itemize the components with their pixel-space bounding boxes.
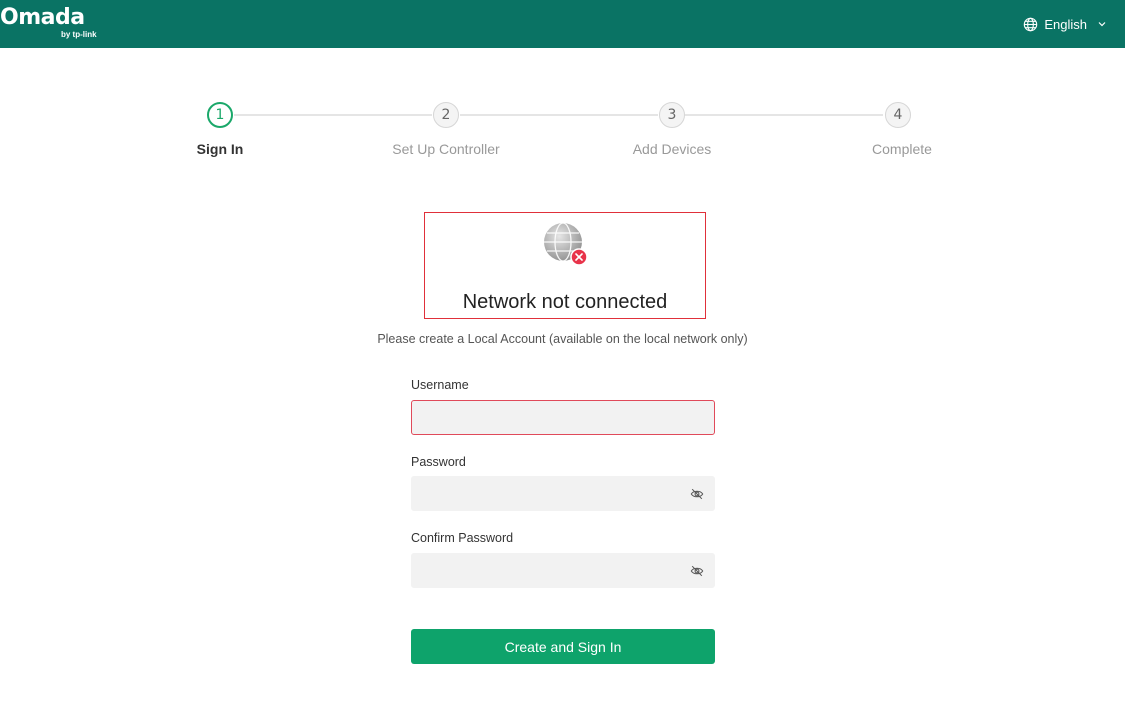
network-status-panel: Network not connected — [424, 212, 706, 319]
step-connector — [234, 114, 432, 116]
step-1-label: Sign In — [196, 141, 244, 157]
step-2-indicator: 2 — [433, 102, 459, 128]
step-4-label: Complete — [872, 141, 932, 157]
step-3-indicator: 3 — [659, 102, 685, 128]
password-input[interactable] — [411, 476, 715, 511]
eye-off-icon[interactable] — [690, 487, 704, 506]
globe-disconnected-icon — [543, 221, 591, 274]
step-3-label: Add Devices — [632, 141, 712, 157]
step-connector — [460, 114, 658, 116]
username-label: Username — [411, 378, 469, 392]
step-4-indicator: 4 — [885, 102, 911, 128]
step-1-indicator: 1 — [207, 102, 233, 128]
setup-stepper: 1 2 3 4 Sign In Set Up Controller Add De… — [0, 100, 1125, 170]
globe-icon — [1023, 17, 1038, 32]
step-connector — [685, 114, 883, 116]
step-2-label: Set Up Controller — [392, 141, 500, 157]
confirm-password-input[interactable] — [411, 553, 715, 588]
chevron-down-icon — [1097, 19, 1107, 29]
local-account-hint: Please create a Local Account (available… — [377, 332, 748, 346]
eye-off-icon[interactable] — [690, 564, 704, 583]
logo-subtext: by tp-link — [61, 30, 97, 39]
password-label: Password — [411, 455, 466, 469]
logo-text: Omada — [0, 5, 85, 30]
language-label: English — [1044, 16, 1087, 32]
omada-logo: Omada by tp-link — [0, 0, 110, 48]
create-and-sign-in-button[interactable]: Create and Sign In — [411, 629, 715, 664]
top-bar: Omada by tp-link English — [0, 0, 1125, 48]
language-selector[interactable]: English — [1023, 17, 1107, 32]
username-input[interactable] — [411, 400, 715, 435]
confirm-password-label: Confirm Password — [411, 531, 514, 545]
network-status-title: Network not connected — [462, 291, 668, 313]
